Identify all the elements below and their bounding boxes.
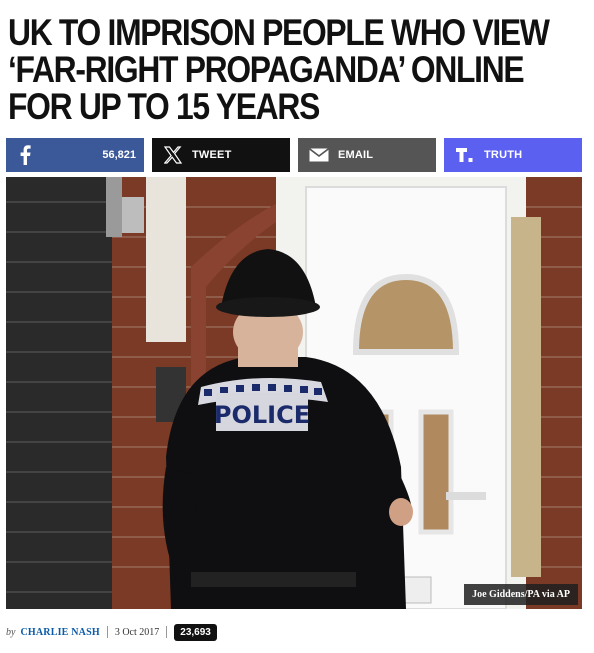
x-icon: [158, 146, 188, 164]
envelope-icon: [304, 148, 334, 162]
facebook-share-count: 56,821: [102, 149, 136, 161]
article-photo: POLICE Joe Giddens/PA via AP: [6, 177, 582, 609]
byline-divider: [106, 626, 108, 638]
article-byline: by CHARLIE NASH 3 Oct 2017 23,693: [6, 622, 217, 642]
byline-by: by: [6, 626, 16, 638]
tweet-label: TWEET: [192, 149, 232, 161]
share-bar: 56,821 TWEET EMAIL TRUTH: [6, 138, 582, 172]
email-label: EMAIL: [338, 149, 374, 161]
truth-label: TRUTH: [484, 149, 523, 161]
email-share-button[interactable]: EMAIL: [298, 138, 436, 172]
truth-share-button[interactable]: TRUTH: [444, 138, 582, 172]
tweet-button[interactable]: TWEET: [152, 138, 290, 172]
truth-social-icon: [450, 147, 480, 163]
article-headline: UK TO IMPRISON PEOPLE WHO VIEW ‘FAR-RIGH…: [8, 12, 550, 127]
police-text: POLICE: [214, 401, 310, 429]
view-count-badge: 23,693: [174, 623, 217, 641]
publish-date: 3 Oct 2017: [114, 626, 160, 638]
author-link[interactable]: CHARLIE NASH: [20, 627, 99, 638]
facebook-share-button[interactable]: 56,821: [6, 138, 144, 172]
byline-divider: [166, 626, 168, 638]
photo-credit: Joe Giddens/PA via AP: [464, 584, 578, 605]
facebook-icon: [10, 145, 40, 165]
